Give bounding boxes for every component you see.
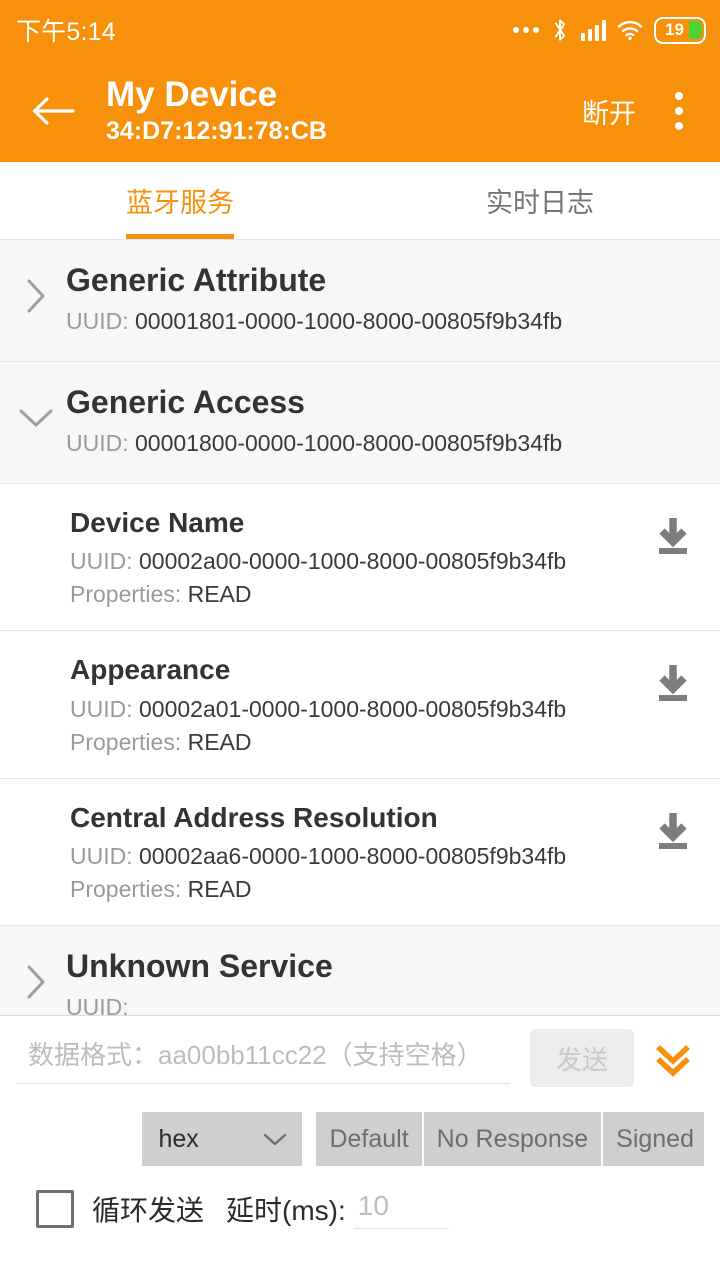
characteristic-texts: Central Address Resolution UUID: 00002aa… [70,801,646,904]
write-mode-group: Default No Response Signed [316,1112,704,1166]
bluetooth-icon [554,19,565,41]
characteristic-uuid-value: 00002aa6-0000-1000-8000-00805f9b34fb [139,843,567,870]
characteristic-texts: Appearance UUID: 00002a01-0000-1000-8000… [70,653,646,756]
characteristic-uuid-value: 00002a00-0000-1000-8000-00805f9b34fb [139,548,567,575]
tab-bluetooth-services[interactable]: 蓝牙服务 [0,162,360,239]
send-button[interactable]: 发送 [530,1029,634,1087]
characteristic-texts: Device Name UUID: 00002a00-0000-1000-800… [70,506,646,609]
write-mode-no-response[interactable]: No Response [423,1112,604,1166]
characteristic-uuid: UUID: 00002a01-0000-1000-8000-00805f9b34… [70,696,646,723]
overflow-menu-button[interactable] [656,82,702,140]
page-title: My Device [106,75,278,115]
service-texts: Generic Access UUID: 00001800-0000-1000-… [66,384,562,457]
service-row-generic-attribute[interactable]: Generic Attribute UUID: 00001801-0000-10… [0,240,720,362]
status-time: 下午5:14 [16,18,116,46]
format-select[interactable]: hex [142,1112,303,1166]
characteristic-props-value: READ [187,876,252,903]
characteristic-props-value: READ [187,581,252,608]
arrow-left-icon [32,97,75,125]
app-root: 下午5:14 19 My Device 34:D7:12:91:78:CB 断开… [0,0,720,1280]
characteristic-uuid-value: 00002a01-0000-1000-8000-00805f9b34fb [139,695,567,722]
delay-label: 延时(ms): [226,1194,346,1226]
service-row-generic-access[interactable]: Generic Access UUID: 00001800-0000-1000-… [0,361,720,484]
more-dots-icon [512,27,539,33]
characteristic-props-label: Properties: [70,876,188,903]
service-name: Unknown Service [66,948,333,985]
tab-bar: 蓝牙服务 实时日志 [0,162,720,240]
characteristic-name: Appearance [70,654,231,686]
characteristic-uuid-label: UUID: [70,843,139,870]
device-address: 34:D7:12:91:78:CB [106,116,327,145]
format-select-value: hex [158,1124,199,1153]
chevron-double-down-icon[interactable] [642,1029,704,1087]
delay-input[interactable] [353,1188,449,1229]
service-uuid-label: UUID: [66,307,135,334]
service-texts: Generic Attribute UUID: 00001801-0000-10… [66,262,562,335]
characteristic-props-value: READ [187,728,252,755]
service-name: Generic Attribute [66,262,327,298]
service-name: Generic Access [66,383,305,420]
service-uuid-value: 00001801-0000-1000-8000-00805f9b34fb [135,307,563,334]
send-row: 发送 [16,1016,704,1094]
characteristic-uuid-label: UUID: [70,695,139,722]
service-uuid: UUID: 00001800-0000-1000-8000-00805f9b34… [66,430,562,457]
loop-send-checkbox[interactable] [36,1189,74,1228]
characteristic-row-central-address-resolution[interactable]: Central Address Resolution UUID: 00002aa… [0,778,720,927]
battery-icon: 19 [654,16,706,44]
chevron-down-icon [264,1133,287,1146]
status-icons: 19 [512,16,706,44]
characteristic-properties: Properties: READ [70,876,646,903]
characteristic-row-appearance[interactable]: Appearance UUID: 00002a01-0000-1000-8000… [0,631,720,779]
data-input[interactable] [16,1032,510,1084]
characteristic-uuid-label: UUID: [70,548,139,575]
status-bar: 下午5:14 19 [0,0,720,60]
battery-level: 19 [665,20,684,39]
characteristic-props-label: Properties: [70,581,188,608]
download-icon[interactable] [646,657,700,711]
characteristic-name: Device Name [70,506,245,538]
chevron-right-icon [16,962,56,1002]
characteristic-uuid: UUID: 00002a00-0000-1000-8000-00805f9b34… [70,548,646,575]
app-bar: My Device 34:D7:12:91:78:CB 断开 [0,60,720,162]
service-texts: Unknown Service UUID: [66,948,333,1021]
characteristic-uuid: UUID: 00002aa6-0000-1000-8000-00805f9b34… [70,843,646,870]
characteristic-properties: Properties: READ [70,581,646,608]
characteristic-name: Central Address Resolution [70,801,438,833]
download-icon[interactable] [646,805,700,859]
characteristic-row-device-name[interactable]: Device Name UUID: 00002a00-0000-1000-800… [0,483,720,632]
write-mode-signed[interactable]: Signed [603,1112,704,1166]
download-icon[interactable] [646,510,700,564]
service-uuid-value: 00001800-0000-1000-8000-00805f9b34fb [135,429,563,456]
chevron-down-icon [16,398,56,438]
loop-send-row: 循环发送 延时(ms): [16,1188,704,1229]
write-panel: 发送 hex Default No Response Signed [0,1015,720,1280]
write-options-row: hex Default No Response Signed [16,1112,704,1166]
wifi-icon [617,20,643,40]
loop-send-label: 循环发送 [92,1194,205,1226]
chevron-right-icon [16,276,56,316]
characteristic-props-label: Properties: [70,728,188,755]
service-uuid-label: UUID: [66,429,135,456]
characteristic-properties: Properties: READ [70,729,646,756]
service-uuid: UUID: 00001801-0000-1000-8000-00805f9b34… [66,308,562,335]
disconnect-button[interactable]: 断开 [572,84,646,139]
back-button[interactable] [24,82,82,140]
app-bar-titles: My Device 34:D7:12:91:78:CB [106,75,572,147]
tab-realtime-log[interactable]: 实时日志 [360,162,720,239]
write-mode-default[interactable]: Default [316,1112,424,1166]
signal-icon [580,19,606,41]
